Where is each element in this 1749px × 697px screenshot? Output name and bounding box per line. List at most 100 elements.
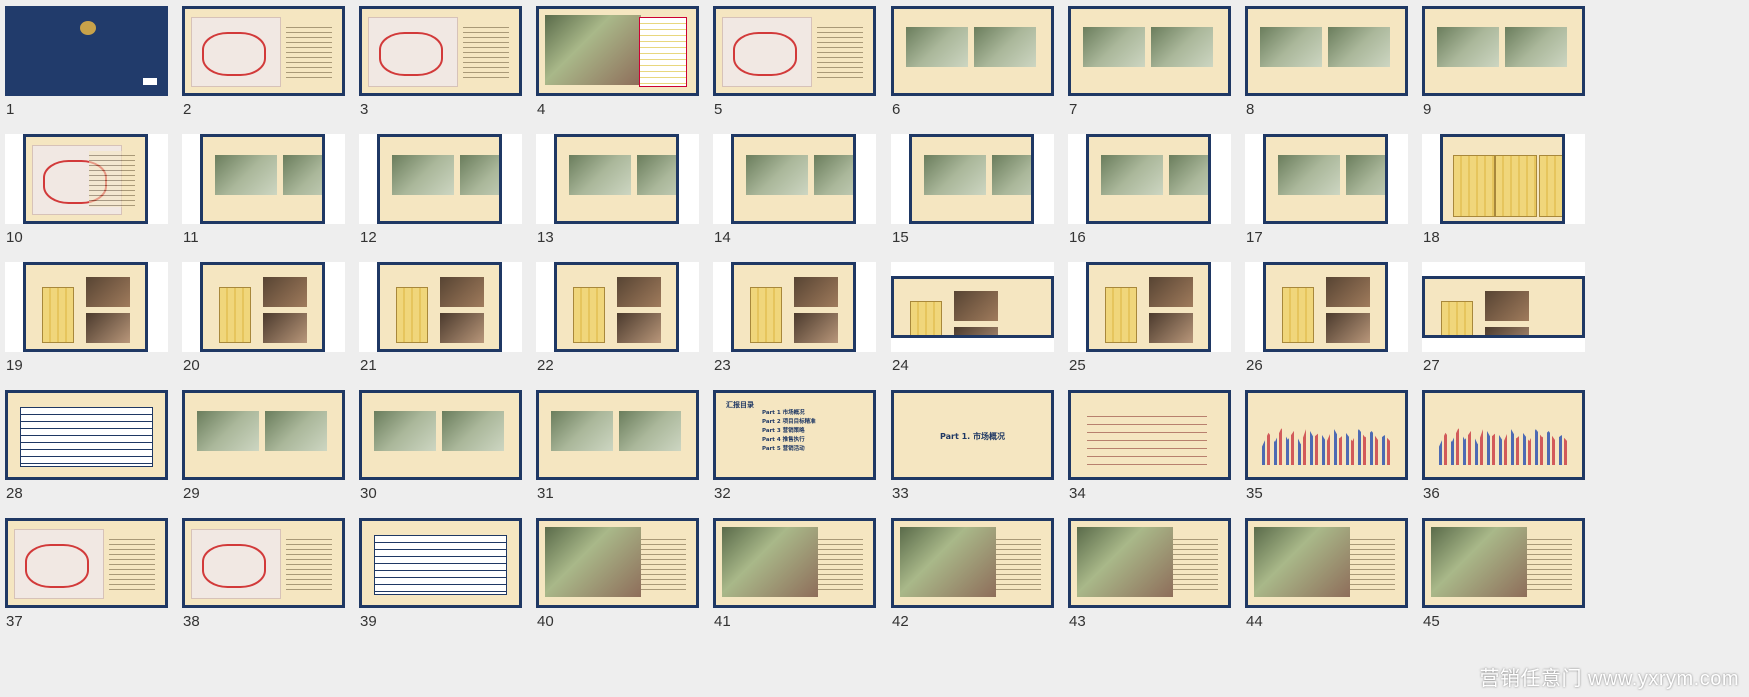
- slide-thumbnail-34[interactable]: 34: [1063, 384, 1251, 527]
- slide-preview: [731, 134, 856, 224]
- photo: [1169, 155, 1208, 195]
- slide-thumbnail-32[interactable]: 汇报目录 Part 1 市场概况 Part 2 项目目标精准 Part 3 营销策略 P…: [708, 384, 896, 527]
- slide-number: 13: [537, 229, 554, 246]
- interior-photo: [440, 277, 484, 307]
- slide-thumbnail-17[interactable]: 17: [1240, 128, 1428, 271]
- slide-frame: [1068, 390, 1231, 480]
- interior-photo: [617, 313, 661, 343]
- slide-frame: [1068, 262, 1231, 352]
- slide-thumbnail-43[interactable]: 43: [1063, 512, 1251, 655]
- slide-number: 10: [6, 229, 23, 246]
- slide-number: 45: [1423, 613, 1440, 630]
- slide-thumbnail-6[interactable]: 6: [886, 0, 1074, 143]
- slide-thumbnail-15[interactable]: 15: [886, 128, 1074, 271]
- floorplan: [1495, 155, 1537, 217]
- map-image: [191, 529, 281, 599]
- slide-thumbnail-3[interactable]: 3: [354, 0, 542, 143]
- slide-thumbnail-41[interactable]: 41: [708, 512, 896, 655]
- photo: [551, 411, 613, 451]
- slide-thumbnail-28[interactable]: 28: [0, 384, 188, 527]
- slide-preview: [1422, 518, 1585, 608]
- photo: [974, 27, 1036, 67]
- slide-preview: [23, 134, 148, 224]
- slide-thumbnail-25[interactable]: 25: [1063, 256, 1251, 399]
- slide-thumbnail-9[interactable]: 9: [1417, 0, 1605, 143]
- map-image: [368, 17, 458, 87]
- toc-heading: 汇报目录: [726, 401, 754, 409]
- slide-thumbnail-2[interactable]: 2: [177, 0, 365, 143]
- slide-thumbnail-27[interactable]: 27: [1417, 256, 1605, 399]
- project-stats: [995, 535, 1041, 591]
- interior-photo: [1485, 327, 1529, 335]
- slide-thumbnail-36[interactable]: 36: [1417, 384, 1605, 527]
- slide-thumbnail-40[interactable]: 40: [531, 512, 719, 655]
- slide-frame: [1245, 390, 1408, 480]
- slide-thumbnail-5[interactable]: 5: [708, 0, 896, 143]
- slide-number: 27: [1423, 357, 1440, 374]
- slide-preview: [536, 518, 699, 608]
- interior-photo: [794, 277, 838, 307]
- slide-thumbnail-21[interactable]: 21: [354, 256, 542, 399]
- slide-thumbnail-30[interactable]: 30: [354, 384, 542, 527]
- slide-preview: [377, 262, 502, 352]
- slide-thumbnail-1[interactable]: 1: [0, 0, 188, 143]
- slide-number: 3: [360, 101, 369, 118]
- slide-number: 12: [360, 229, 377, 246]
- slide-number: 30: [360, 485, 377, 502]
- slide-frame: [713, 134, 876, 224]
- interior-photo: [86, 313, 130, 343]
- slide-thumbnail-19[interactable]: 19: [0, 256, 188, 399]
- slide-thumbnail-37[interactable]: 37: [0, 512, 188, 655]
- slide-thumbnail-7[interactable]: 7: [1063, 0, 1251, 143]
- slide-number: 6: [892, 101, 901, 118]
- slide-thumbnail-20[interactable]: 20: [177, 256, 365, 399]
- slide-preview: [359, 390, 522, 480]
- slide-thumbnail-29[interactable]: 29: [177, 384, 365, 527]
- slide-frame: [359, 262, 522, 352]
- slide-frame: [891, 262, 1054, 352]
- slide-thumbnail-35[interactable]: 35: [1240, 384, 1428, 527]
- photo: [619, 411, 681, 451]
- slide-number: 7: [1069, 101, 1078, 118]
- floorplan: [1539, 155, 1562, 217]
- slide-thumbnail-12[interactable]: 12: [354, 128, 542, 271]
- project-rendering: [545, 527, 641, 597]
- slide-thumbnail-11[interactable]: 11: [177, 128, 365, 271]
- slide-preview: [536, 390, 699, 480]
- slide-frame: [182, 518, 345, 608]
- slide-number: 5: [714, 101, 723, 118]
- slide-frame: [5, 518, 168, 608]
- slide-thumbnail-22[interactable]: 22: [531, 256, 719, 399]
- slide-thumbnail-26[interactable]: 26: [1240, 256, 1428, 399]
- slide-frame: [713, 262, 876, 352]
- slide-thumbnail-38[interactable]: 38: [177, 512, 365, 655]
- slide-thumbnail-31[interactable]: 31: [531, 384, 719, 527]
- slide-thumbnail-45[interactable]: 45: [1417, 512, 1605, 655]
- map-image: [191, 17, 281, 87]
- photo: [746, 155, 808, 195]
- slide-thumbnail-14[interactable]: 14: [708, 128, 896, 271]
- slide-thumbnail-42[interactable]: 42: [886, 512, 1074, 655]
- slide-thumbnail-33[interactable]: Part 1. 市场概况 33: [886, 384, 1074, 527]
- slide-thumbnail-44[interactable]: 44: [1240, 512, 1428, 655]
- slide-preview: [1263, 134, 1388, 224]
- slide-thumbnail-8[interactable]: 8: [1240, 0, 1428, 143]
- slide-thumbnail-39[interactable]: 39: [354, 512, 542, 655]
- slide-number: 19: [6, 357, 23, 374]
- slide-thumbnail-24[interactable]: 24: [886, 256, 1074, 399]
- slide-number: 21: [360, 357, 377, 374]
- slide-thumbnail-16[interactable]: 16: [1063, 128, 1251, 271]
- slide-thumbnail-4[interactable]: 4: [531, 0, 719, 143]
- slide-thumbnail-23[interactable]: 23: [708, 256, 896, 399]
- slide-thumbnail-10[interactable]: 10: [0, 128, 188, 271]
- slide-frame: [891, 134, 1054, 224]
- slide-thumbnail-13[interactable]: 13: [531, 128, 719, 271]
- slide-thumbnail-18[interactable]: 18: [1417, 128, 1605, 271]
- slide-preview: [1068, 390, 1231, 480]
- photo: [1101, 155, 1163, 195]
- slide-frame: [5, 134, 168, 224]
- slide-frame: [1422, 262, 1585, 352]
- slide-frame: [1068, 6, 1231, 96]
- floorplan: [1453, 155, 1495, 217]
- interior-photo: [1485, 291, 1529, 321]
